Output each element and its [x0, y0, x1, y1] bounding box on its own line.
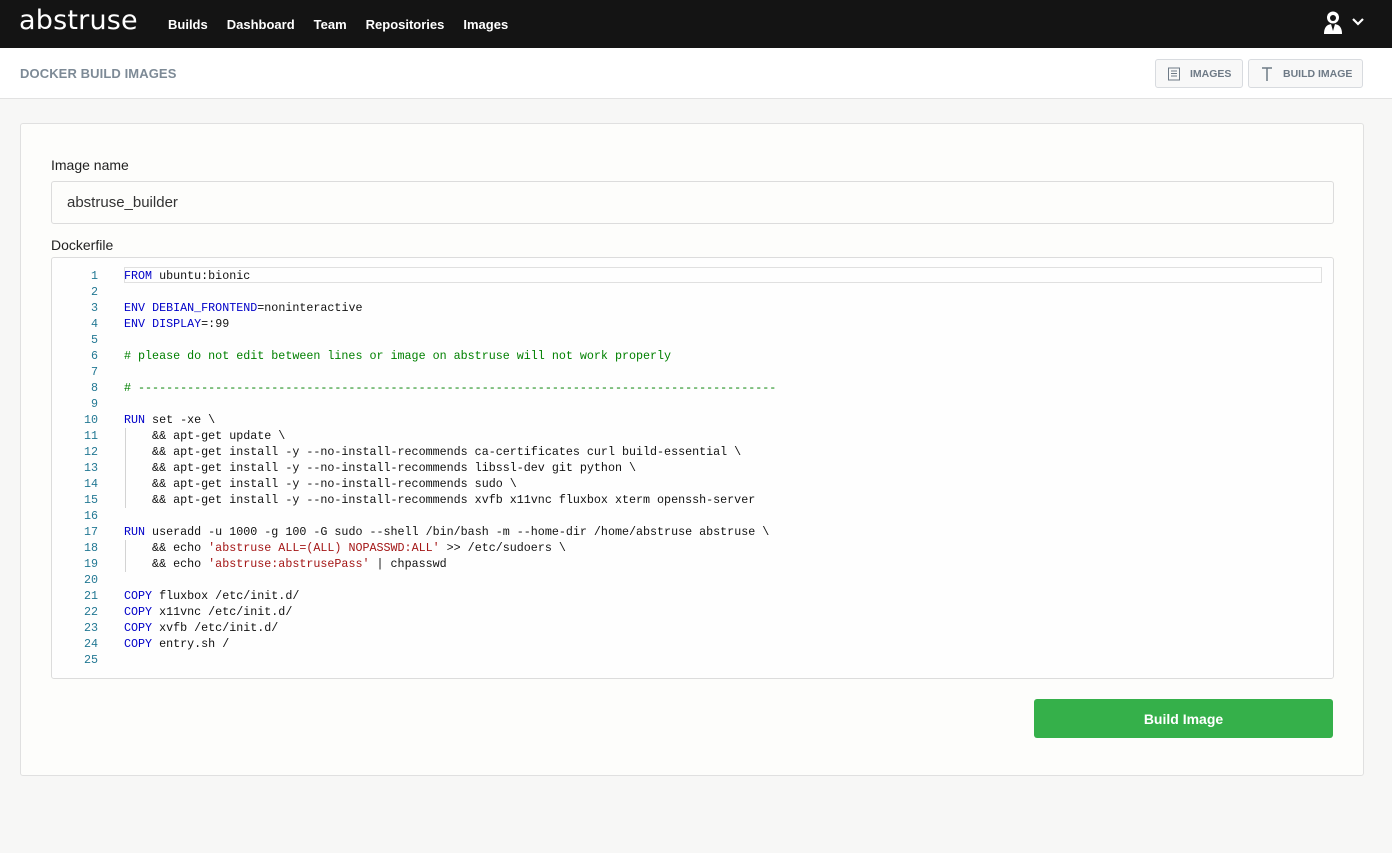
list-icon	[1167, 67, 1181, 81]
line-code: FROM ubuntu:bionic	[124, 269, 251, 283]
line-code: COPY fluxbox /etc/init.d/	[124, 589, 300, 603]
nav-builds[interactable]: Builds	[168, 17, 208, 32]
line-code: # --------------------------------------…	[124, 381, 777, 395]
line-number: 15	[83, 493, 98, 507]
line-code: RUN set -xe \	[124, 413, 216, 427]
images-button[interactable]: IMAGES	[1155, 59, 1243, 88]
line-code: RUN useradd -u 1000 -g 100 -G sudo --she…	[124, 525, 770, 539]
dockerfile-editor[interactable]: 1 FROM ubuntu:bionic 2 3 ENV DEBIAN_FRONTEND…	[51, 257, 1334, 679]
line-number: 11	[83, 429, 98, 443]
line-number: 17	[83, 525, 98, 539]
line-number: 20	[83, 573, 98, 587]
images-button-label: IMAGES	[1190, 67, 1232, 80]
page-title: DOCKER BUILD IMAGES	[20, 66, 177, 81]
line-code: COPY xvfb /etc/init.d/	[124, 621, 279, 635]
line-number: 16	[83, 509, 98, 523]
line-code: COPY entry.sh /	[124, 637, 230, 651]
line-number: 3	[90, 301, 98, 315]
nav-dashboard[interactable]: Dashboard	[227, 17, 295, 32]
line-code: && apt-get install -y --no-install-recom…	[124, 492, 756, 508]
line-number: 21	[83, 589, 98, 603]
nav-repositories[interactable]: Repositories	[366, 17, 445, 32]
line-code: && apt-get install -y --no-install-recom…	[124, 476, 517, 492]
image-name-label: Image name	[51, 157, 129, 173]
line-number: 8	[90, 381, 98, 395]
line-number: 19	[83, 557, 98, 571]
line-code: COPY x11vnc /etc/init.d/	[124, 605, 293, 619]
nav-team[interactable]: Team	[314, 17, 347, 32]
line-number: 4	[90, 317, 98, 331]
current-line-highlight	[124, 267, 1322, 283]
build-image-submit-button[interactable]: Build Image	[1034, 699, 1333, 738]
line-number: 25	[83, 653, 98, 667]
chevron-down-icon	[1352, 18, 1364, 26]
line-number: 6	[90, 349, 98, 363]
user-avatar-icon	[1324, 11, 1342, 34]
line-code: && echo 'abstruse ALL=(ALL) NOPASSWD:ALL…	[124, 540, 566, 556]
dockerfile-label: Dockerfile	[51, 237, 114, 253]
line-code: && echo 'abstruse:abstrusePass' | chpass…	[124, 556, 447, 572]
line-code: # please do not edit between lines or im…	[124, 349, 672, 363]
line-number: 23	[83, 621, 98, 635]
build-image-button-label: BUILD IMAGE	[1283, 67, 1353, 80]
line-code: && apt-get install -y --no-install-recom…	[124, 444, 742, 460]
line-code: && apt-get install -y --no-install-recom…	[124, 460, 636, 476]
line-number: 1	[90, 269, 98, 283]
page-header: DOCKER BUILD IMAGES IMAGES BUILD IMAGE	[0, 48, 1392, 99]
line-number: 14	[83, 477, 98, 491]
line-number: 2	[90, 285, 98, 299]
line-code: ENV DISPLAY=:99	[124, 317, 230, 331]
image-name-input[interactable]	[51, 181, 1334, 224]
main-nav: Builds Dashboard Team Repositories Image…	[168, 0, 527, 48]
build-icon	[1260, 66, 1274, 82]
line-code: ENV DEBIAN_FRONTEND=noninteractive	[124, 301, 363, 315]
line-number: 18	[83, 541, 98, 555]
line-number: 12	[83, 445, 98, 459]
line-code: && apt-get update \	[124, 428, 286, 444]
line-number: 10	[83, 413, 98, 427]
build-image-form: Image name Dockerfile 1 FROM ubuntu:bioni…	[20, 123, 1364, 776]
user-menu[interactable]	[1320, 9, 1370, 39]
line-number: 13	[83, 461, 98, 475]
nav-images[interactable]: Images	[463, 17, 508, 32]
line-number: 22	[83, 605, 98, 619]
line-number: 24	[83, 637, 98, 651]
app-logo[interactable]: abstruse	[19, 5, 138, 36]
line-number: 5	[90, 333, 98, 347]
line-number: 9	[90, 397, 98, 411]
top-navbar: abstruse Builds Dashboard Team Repositor…	[0, 0, 1392, 48]
build-image-button[interactable]: BUILD IMAGE	[1248, 59, 1363, 88]
line-number: 7	[90, 365, 98, 379]
